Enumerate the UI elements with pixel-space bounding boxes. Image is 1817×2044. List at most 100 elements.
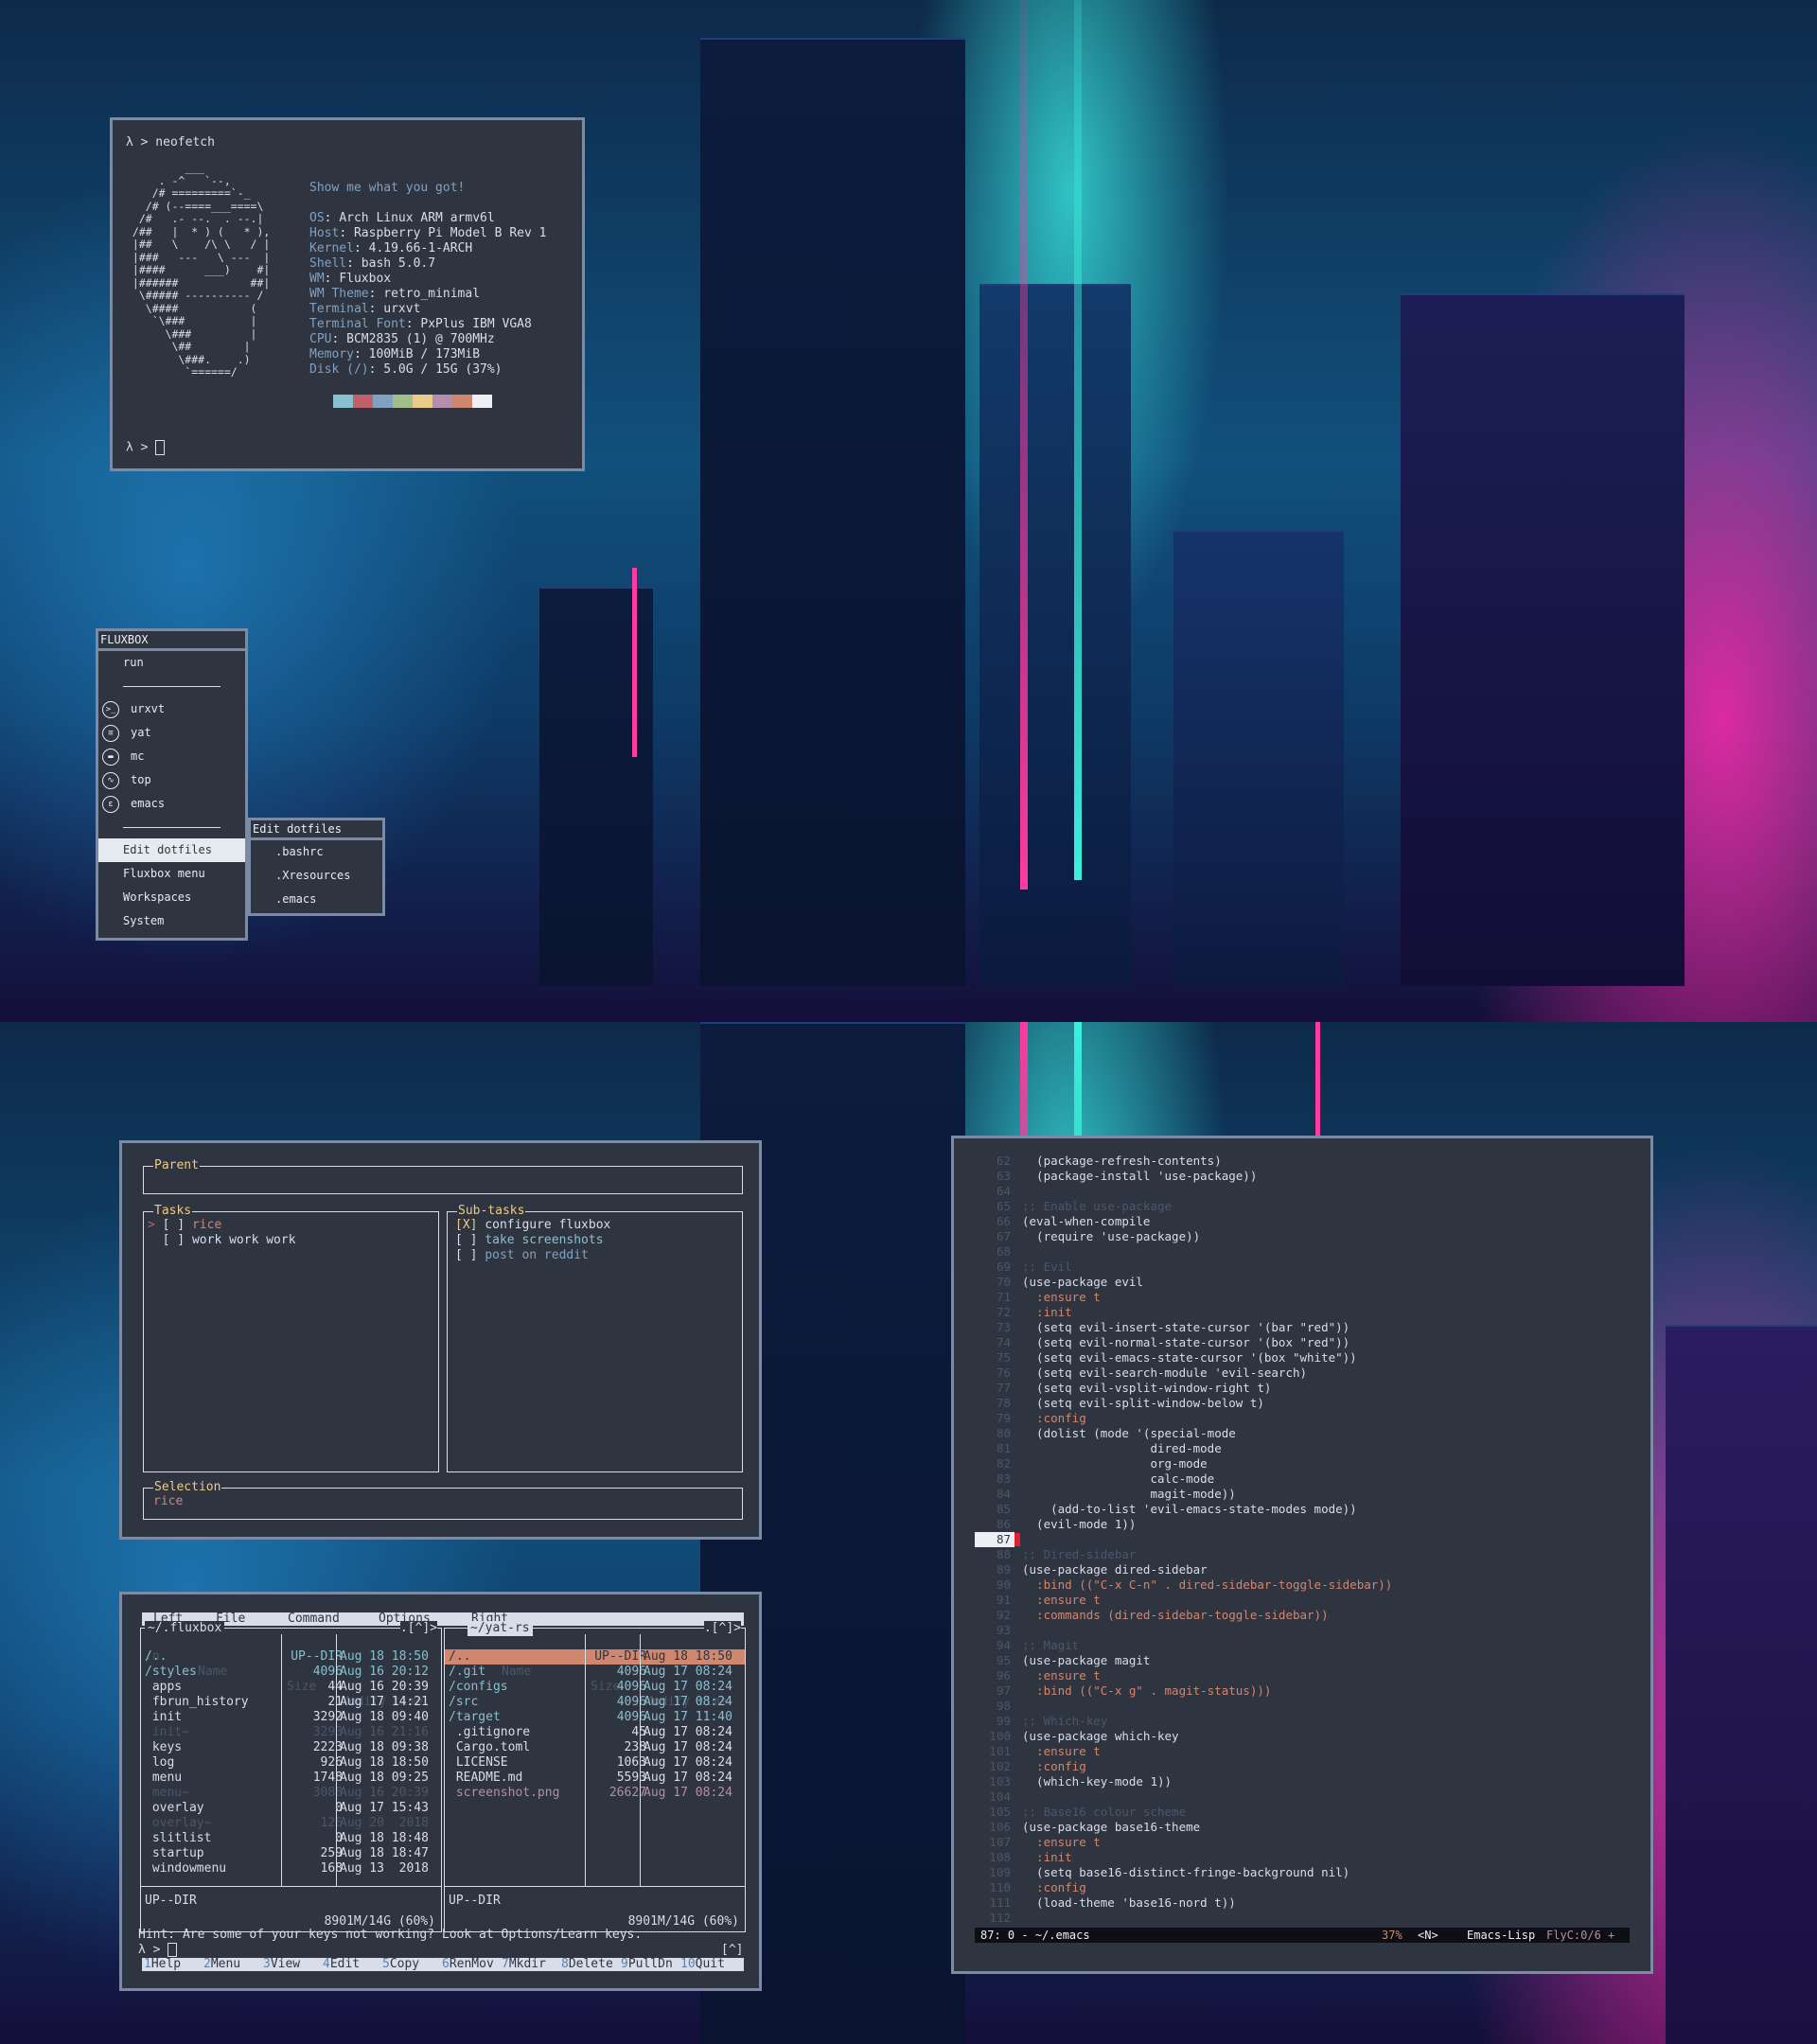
subtask-row[interactable]: [X] configure fluxbox <box>455 1218 610 1233</box>
line-number: 92 <box>996 1608 1011 1622</box>
mc-right-panel[interactable]: ~/yat-rs .[^]> .n Name Size Modify time … <box>444 1621 746 1932</box>
code-line: 102 :config <box>954 1759 1650 1774</box>
menu-item-run[interactable]: run <box>98 651 245 675</box>
file-row[interactable]: README.md 5593 Aug 17 08:24 <box>445 1771 745 1786</box>
line-number: 74 <box>996 1335 1011 1349</box>
file-name: overlay~ <box>145 1816 212 1830</box>
task-row[interactable]: > [ ] rice <box>148 1218 221 1233</box>
fkey-help[interactable]: 1Help <box>144 1958 181 1971</box>
menu-item-system[interactable]: System <box>98 909 245 933</box>
line-number: 93 <box>996 1623 1011 1637</box>
subtask-checkbox[interactable]: [ ] <box>455 1233 485 1247</box>
code-line: 112 <box>954 1911 1650 1926</box>
emacs-window[interactable]: 62 (package-refresh-contents) 63 (package… <box>951 1136 1653 1974</box>
code-line: 96 :ensure t <box>954 1668 1650 1683</box>
code-text: (eval-when-compile <box>1022 1214 1151 1228</box>
file-row[interactable]: /.. UP--DIR Aug 18 18:50 <box>141 1649 441 1665</box>
palette-swatch <box>472 395 492 408</box>
file-row[interactable]: /.git 4096 Aug 17 08:24 <box>445 1665 745 1680</box>
file-row[interactable]: keys 2223 Aug 18 09:38 <box>141 1740 441 1755</box>
yat-terminal[interactable]: Parent Tasks > [ ] rice [ ] work work wo… <box>119 1140 762 1540</box>
file-row[interactable]: overlay 0 Aug 17 15:43 <box>141 1801 441 1816</box>
file-row[interactable]: LICENSE 1063 Aug 17 08:24 <box>445 1755 745 1771</box>
menu-item-workspaces[interactable]: Workspaces <box>98 886 245 909</box>
submenu-item-xresources[interactable]: .Xresources <box>251 864 382 888</box>
info-key: Terminal Font <box>309 317 406 331</box>
submenu-item-emacs[interactable]: .emacs <box>251 888 382 911</box>
fkey-copy[interactable]: 5Copy <box>382 1958 419 1971</box>
task-row[interactable]: [ ] work work work <box>148 1233 296 1248</box>
menu-item-fluxbox-menu[interactable]: Fluxbox menu <box>98 862 245 886</box>
mc-prompt[interactable]: λ > <box>138 1943 178 1958</box>
neofetch-terminal[interactable]: λ > neofetch ___ . -^ `--, /# =========`… <box>110 117 585 471</box>
mc-menu-command[interactable]: Command <box>288 1612 340 1626</box>
fkey-view[interactable]: 3View <box>263 1958 300 1971</box>
menu-item-edit-dotfiles[interactable]: Edit dotfiles <box>98 838 245 862</box>
fkey-menu[interactable]: 2Menu <box>203 1958 240 1971</box>
code-text: (package-refresh-contents) <box>1022 1154 1222 1168</box>
wallpaper-neon <box>1020 0 1028 890</box>
menu-item-emacs[interactable]: ε emacs <box>98 792 245 816</box>
cursor <box>168 1943 178 1957</box>
menu-item-top[interactable]: ∿ top <box>98 768 245 792</box>
mc-hint: Hint: Are some of your keys not working?… <box>138 1928 643 1942</box>
menu-item-yat[interactable]: ≡ yat <box>98 721 245 745</box>
info-row: Terminal Font: PxPlus IBM VGA8 <box>309 317 532 332</box>
file-row[interactable]: menu~ 3088 Aug 16 20:39 <box>141 1786 441 1801</box>
code-text: :config <box>1022 1411 1086 1425</box>
info-key: Memory <box>309 347 354 361</box>
line-number: 84 <box>996 1487 1011 1501</box>
left-status: UP--DIR <box>145 1894 197 1908</box>
file-row[interactable]: overlay~ 126 Aug 20 2018 <box>141 1816 441 1831</box>
file-row[interactable]: startup 259 Aug 18 18:47 <box>141 1846 441 1861</box>
file-row[interactable]: init 3292 Aug 18 09:40 <box>141 1710 441 1725</box>
submenu-item-bashrc[interactable]: .bashrc <box>251 840 382 864</box>
modeline-evil-state: <N> <box>1418 1929 1438 1942</box>
code-line: 73 (setq evil-insert-state-cursor '(bar … <box>954 1320 1650 1335</box>
task-checkbox[interactable]: [ ] <box>163 1233 192 1247</box>
file-row[interactable]: screenshot.png 26627 Aug 17 08:24 <box>445 1786 745 1801</box>
file-row[interactable]: windowmenu 168 Aug 13 2018 <box>141 1861 441 1877</box>
file-row[interactable]: /configs 4096 Aug 17 08:24 <box>445 1680 745 1695</box>
file-row[interactable]: log 926 Aug 18 18:50 <box>141 1755 441 1771</box>
info-separator: : <box>368 302 384 316</box>
file-row[interactable]: slitlist 0 Aug 18 18:48 <box>141 1831 441 1846</box>
fkey-renmov[interactable]: 6RenMov <box>442 1958 494 1971</box>
prompt-command: λ > neofetch <box>126 135 215 150</box>
file-name: screenshot.png <box>449 1786 560 1800</box>
task-checkbox[interactable]: [ ] <box>163 1218 192 1232</box>
fkey-quit[interactable]: 10Quit <box>680 1958 725 1971</box>
terminal-icon: >_ <box>102 701 119 718</box>
info-key: OS <box>309 211 325 225</box>
fkey-delete[interactable]: 8Delete <box>561 1958 613 1971</box>
code-line: 69 ;; Evil <box>954 1260 1650 1275</box>
line-number: 106 <box>989 1820 1011 1834</box>
file-row[interactable]: Cargo.toml 238 Aug 17 08:24 <box>445 1740 745 1755</box>
file-row[interactable]: init~ 3293 Aug 16 21:16 <box>141 1725 441 1740</box>
prompt-end[interactable]: λ > <box>126 440 166 456</box>
submenu-title: Edit dotfiles <box>251 820 382 840</box>
file-row[interactable]: /styles 4096 Aug 16 20:12 <box>141 1665 441 1680</box>
file-row[interactable]: apps 44 Aug 16 20:39 <box>141 1680 441 1695</box>
fkey-pulldn[interactable]: 9PullDn <box>621 1958 673 1971</box>
menu-item-urxvt[interactable]: >_ urxvt <box>98 697 245 721</box>
line-number: 80 <box>996 1426 1011 1440</box>
wallpaper-building <box>700 38 965 986</box>
subtask-row[interactable]: [ ] take screenshots <box>455 1233 604 1248</box>
fkey-mkdir[interactable]: 7Mkdir <box>502 1958 546 1971</box>
mc-left-panel[interactable]: ~/.fluxbox .[^]> .n Name Size Modify tim… <box>140 1621 442 1932</box>
file-row[interactable]: /target 4096 Aug 17 11:40 <box>445 1710 745 1725</box>
file-row[interactable]: /.. UP--DIR Aug 18 18:50 <box>445 1649 745 1665</box>
menu-item-mc[interactable]: ▬ mc <box>98 745 245 768</box>
file-row[interactable]: .gitignore 45 Aug 17 08:24 <box>445 1725 745 1740</box>
file-row[interactable]: /src 4096 Aug 17 08:24 <box>445 1695 745 1710</box>
fkey-edit[interactable]: 4Edit <box>323 1958 360 1971</box>
code-line: 106 (use-package base16-theme <box>954 1820 1650 1835</box>
file-row[interactable]: menu 1748 Aug 18 09:25 <box>141 1771 441 1786</box>
code-line: 65 ;; Enable use-package <box>954 1199 1650 1214</box>
file-row[interactable]: fbrun_history 21 Aug 17 14:21 <box>141 1695 441 1710</box>
subtask-checkbox[interactable]: [X] <box>455 1218 485 1232</box>
ascii-line: \#### ( <box>126 301 257 315</box>
subtask-row[interactable]: [ ] post on reddit <box>455 1248 589 1263</box>
subtask-checkbox[interactable]: [ ] <box>455 1248 485 1262</box>
